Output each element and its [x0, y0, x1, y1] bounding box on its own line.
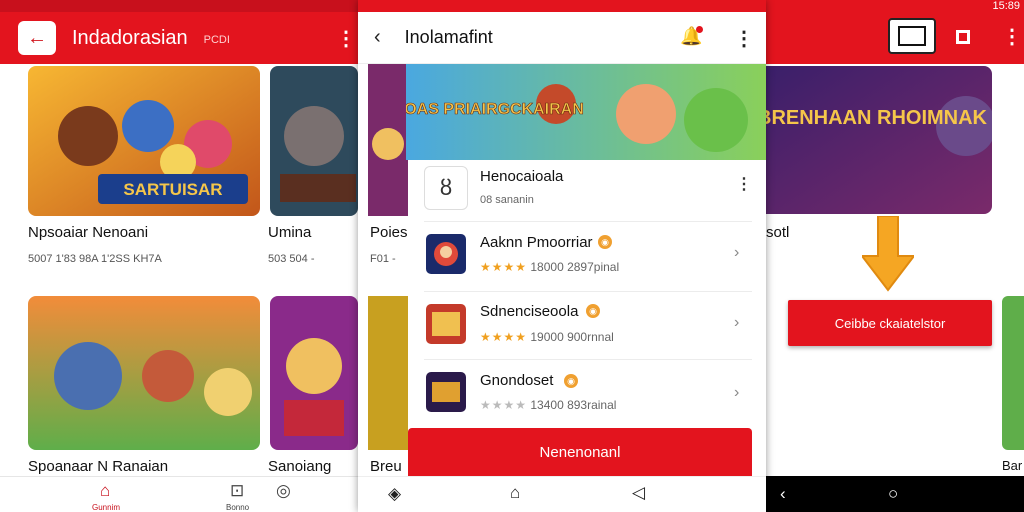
verified-badge-icon: ◉: [598, 235, 612, 249]
home-nav-icon[interactable]: ○: [888, 484, 898, 504]
nav-label-home: Gunnim: [92, 503, 121, 512]
home-icon[interactable]: ⌂: [100, 481, 110, 501]
system-navigation-bar: ‹ ○: [766, 476, 1024, 512]
screenshot-stage: ← Indadorasian PCDI ⋮ SARTUISAR Npsoaiar…: [0, 0, 1024, 512]
nav-label-games: Bonno: [226, 503, 250, 512]
arrow-down-icon: [862, 216, 914, 292]
game-thumbnail[interactable]: [368, 64, 408, 216]
divider: [424, 359, 752, 360]
game-artwork: [270, 296, 358, 450]
app-bar: ← Indadorasian PCDI: [0, 12, 420, 64]
app-name[interactable]: Gnondoset: [480, 372, 553, 389]
page-title: Inolamafint: [404, 27, 493, 47]
chevron-right-icon[interactable]: ›: [734, 384, 739, 402]
card-meta: F01 -: [370, 253, 396, 265]
app-rating: ★★★★ 19000 900rnnal: [480, 330, 614, 344]
horn-icon: ȣ: [424, 166, 468, 210]
featured-banner[interactable]: FAROAS PRIAIRGCKAIRAN: [406, 64, 766, 160]
app-subtitle: PCDI: [203, 34, 230, 46]
game-thumbnail[interactable]: SARTUISAR: [28, 66, 260, 216]
card-title: Poies: [370, 224, 408, 241]
left-screen: ← Indadorasian PCDI ⋮ SARTUISAR Npsoaiar…: [0, 0, 420, 512]
game-artwork: [28, 296, 260, 450]
card-title: Npsoaiar Nenoani: [28, 224, 149, 241]
divider: [424, 221, 752, 222]
back-nav-icon[interactable]: ‹: [780, 484, 786, 504]
game-artwork: [368, 296, 408, 450]
gamepad-icon[interactable]: ⊡: [230, 481, 244, 501]
divider: [424, 291, 752, 292]
app-icon[interactable]: [426, 234, 466, 274]
profile-icon[interactable]: ◎: [276, 481, 291, 501]
list-header-subtitle: 08 sananin: [480, 194, 534, 206]
rating-stars: ★★★★: [480, 260, 528, 274]
verified-badge-icon: ◉: [564, 374, 578, 388]
banner-text: BRENHAAN RHOIMNAK: [766, 107, 988, 129]
overflow-menu-icon[interactable]: ⋮: [336, 26, 356, 51]
rating-stars: ★★★★: [480, 398, 528, 412]
game-thumbnail[interactable]: [270, 296, 358, 450]
app-rating: ★★★★ 18000 2897pinal: [480, 260, 619, 274]
card-caption: sotl: [766, 224, 790, 241]
app-icon[interactable]: [426, 304, 466, 344]
banner-text: FAROAS PRIAIRGCKAIRAN: [406, 101, 584, 118]
chevron-right-icon[interactable]: ›: [734, 244, 739, 262]
back-button[interactable]: ←: [18, 21, 56, 55]
chevron-right-icon[interactable]: ›: [734, 314, 739, 332]
game-artwork: [270, 66, 358, 216]
game-thumbnail[interactable]: [28, 296, 260, 450]
app-rating: ★★★★ 13400 893rainal: [480, 398, 616, 412]
app-icon[interactable]: [426, 372, 466, 412]
card-title: Bar: [1002, 458, 1023, 473]
arrow-left-icon: ←: [27, 26, 47, 49]
status-bar: [0, 0, 420, 12]
app-name[interactable]: Sdnenciseoola: [480, 303, 578, 320]
thumbnail-text: SARTUISAR: [123, 180, 222, 199]
overflow-menu-icon[interactable]: ⋮: [1002, 24, 1022, 49]
screen-mirror-icon[interactable]: [888, 18, 936, 54]
overflow-menu-icon[interactable]: ⋮: [736, 174, 752, 194]
cta-button[interactable]: Ceibbe ckaiatelstor: [788, 300, 992, 346]
card-meta: 503 504 -: [268, 253, 315, 265]
game-artwork: SARTUISAR: [28, 66, 260, 216]
back-arrow-icon[interactable]: ‹: [374, 26, 381, 49]
card-title: Sanoiang: [268, 458, 332, 475]
back-nav-icon[interactable]: ◁: [632, 483, 645, 503]
card-meta: 5007 1'83 98A 1'2SS KH7A: [28, 253, 162, 265]
list-header-title: Henocaioala: [480, 168, 564, 185]
install-button[interactable]: Nenenonanl: [408, 428, 752, 476]
banner-artwork: FAROAS PRIAIRGCKAIRAN: [406, 64, 766, 160]
banner-artwork: BRENHAAN RHOIMNAK: [766, 66, 992, 214]
app-bar: ‹ Inolamafint: [358, 12, 766, 64]
center-screen: ‹ Inolamafint 🔔 ⋮ Poies F01 - Breu FAROA…: [358, 0, 766, 512]
card-title: Spoanaar N Ranaian: [28, 458, 169, 475]
home-nav-icon[interactable]: ⌂: [510, 483, 520, 503]
game-artwork: [1002, 296, 1024, 450]
status-clock: 15:89: [992, 0, 1020, 12]
system-navigation-bar: ◈ ⌂ ◁: [358, 476, 766, 512]
verified-badge-icon: ◉: [586, 304, 600, 318]
game-thumbnail[interactable]: [1002, 296, 1024, 450]
app-bar: 15:89 ⋮: [766, 0, 1024, 64]
game-thumbnail[interactable]: [368, 296, 408, 450]
rating-stars: ★★★★: [480, 330, 528, 344]
card-title: Umina: [268, 224, 312, 241]
square-icon[interactable]: [956, 30, 970, 44]
notification-badge: [696, 26, 703, 33]
status-bar: [358, 0, 766, 12]
rating-text: 19000 900rnnal: [530, 330, 614, 344]
camera-icon[interactable]: ◈: [388, 484, 401, 504]
game-artwork: [368, 64, 408, 216]
game-thumbnail[interactable]: [270, 66, 358, 216]
overflow-menu-icon[interactable]: ⋮: [734, 26, 754, 51]
rating-text: 18000 2897pinal: [530, 260, 620, 274]
right-screen: 15:89 ⋮ BRENHAAN RHOIMNAK sotl Ceibbe ck…: [766, 0, 1024, 512]
featured-banner[interactable]: BRENHAAN RHOIMNAK: [766, 66, 992, 214]
app-title: Indadorasian: [72, 26, 188, 49]
card-title: Breu: [370, 458, 402, 475]
rating-text: 13400 893rainal: [530, 398, 617, 412]
app-name[interactable]: Aaknn Pmoorriar: [480, 234, 593, 251]
bottom-navigation: ⌂ Gunnim ⊡ Bonno ◎: [0, 476, 420, 512]
